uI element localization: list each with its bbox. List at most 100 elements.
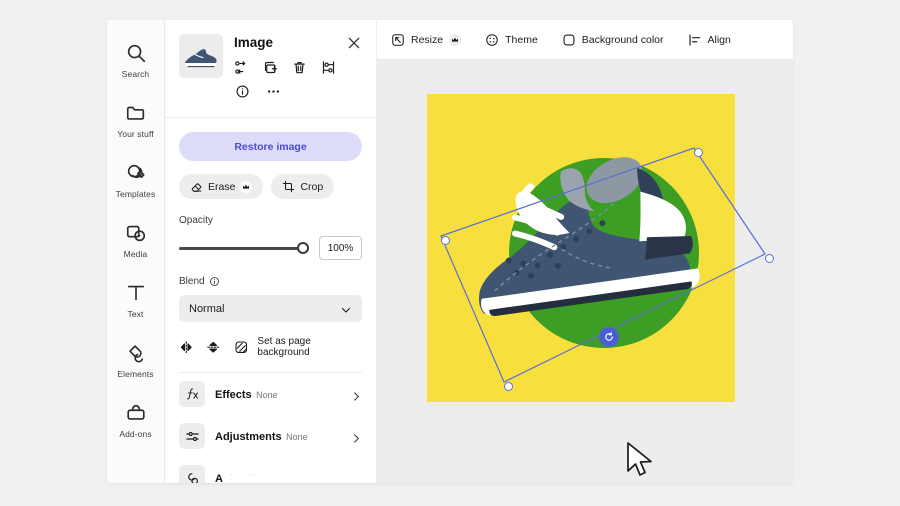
blend-mode-value: Normal <box>189 302 225 315</box>
list-item-animation[interactable]: Animation None <box>179 457 362 483</box>
opacity-row: 100% <box>179 236 362 260</box>
app-window: Search Your stuff Templates Media Text E… <box>107 20 793 483</box>
eraser-icon <box>190 180 203 193</box>
list-item-text: Effects None <box>215 385 341 403</box>
sidebar-item-elements[interactable]: Elements <box>107 342 164 379</box>
design-page[interactable] <box>427 94 774 402</box>
more-options-icon[interactable] <box>266 84 281 99</box>
sidebar-item-templates[interactable]: Templates <box>107 162 164 199</box>
image-properties-panel: Image Restore image Erase Crop Opacity 1… <box>165 20 377 483</box>
close-icon[interactable] <box>346 35 362 51</box>
blend-info-icon[interactable] <box>209 276 220 287</box>
set-as-page-background-label[interactable]: Set as page background <box>257 336 362 358</box>
toolbar-align-button[interactable]: Align <box>688 33 731 47</box>
blend-mode-select[interactable]: Normal <box>179 295 362 322</box>
list-item-subtitle: None <box>256 390 278 400</box>
list-item-subtitle: None <box>286 432 308 442</box>
flip-vertical-icon[interactable] <box>206 340 220 355</box>
panel-action-row-2 <box>235 84 362 99</box>
selection-handle-top-left[interactable] <box>441 236 450 245</box>
panel-header: Image <box>165 20 376 109</box>
sidebar-item-label: Your stuff <box>117 129 154 139</box>
crop-icon <box>282 180 295 193</box>
set-as-page-background-icon[interactable] <box>234 340 248 355</box>
align-icon <box>688 33 702 47</box>
addons-icon <box>125 402 147 424</box>
templates-icon <box>125 162 147 184</box>
tool-button-row: Erase Crop <box>179 174 362 199</box>
toolbar-item-label: Background color <box>581 33 664 46</box>
toolbar-item-label: Resize <box>411 33 444 46</box>
media-icon <box>125 222 147 244</box>
search-icon <box>125 42 147 64</box>
panel-body: Restore image Erase Crop Opacity 100% Bl… <box>165 118 376 483</box>
arrange-icon[interactable] <box>321 60 336 75</box>
selection-handle-bottom-right[interactable] <box>765 254 774 263</box>
rotate-icon <box>605 332 613 341</box>
sidebar-item-label: Media <box>123 249 148 259</box>
sidebar-item-label: Add-ons <box>119 429 152 439</box>
toolbar-item-label: Align <box>707 33 731 46</box>
rotate-handle-button[interactable] <box>599 327 619 347</box>
chevron-right-icon <box>351 473 362 483</box>
opacity-input[interactable]: 100% <box>319 236 362 260</box>
canvas-toolbar: Resize Theme Background color Align <box>377 20 793 60</box>
blend-label: Blend <box>179 276 205 287</box>
toolbar-resize-button[interactable]: Resize <box>391 33 462 47</box>
theme-icon <box>485 33 499 47</box>
sidebar-item-add-ons[interactable]: Add-ons <box>107 402 164 439</box>
list-item-title: Effects <box>215 389 252 401</box>
chevron-down-icon <box>340 303 352 315</box>
list-item-title: Animation <box>215 473 269 483</box>
list-item-text: Animation None <box>215 469 341 483</box>
image-thumbnail[interactable] <box>179 34 223 78</box>
sidebar-item-media[interactable]: Media <box>107 222 164 259</box>
fx-icon <box>179 381 205 407</box>
sneaker-image[interactable] <box>451 128 717 358</box>
sidebar-item-label: Text <box>127 309 144 319</box>
list-item-effects[interactable]: Effects None <box>179 373 362 415</box>
list-item-adjustments[interactable]: Adjustments None <box>179 415 362 457</box>
info-icon[interactable] <box>235 84 250 99</box>
delete-icon[interactable] <box>292 60 307 75</box>
slider-track <box>179 247 309 250</box>
flip-horizontal-icon[interactable] <box>179 340 193 355</box>
opacity-slider[interactable] <box>179 241 309 255</box>
toolbar-item-label: Theme <box>505 33 538 46</box>
toolbar-background-color-button[interactable]: Background color <box>562 33 664 47</box>
panel-header-content: Image <box>234 34 362 99</box>
chevron-right-icon <box>351 431 362 443</box>
shoe-thumbnail-graphic <box>179 34 223 78</box>
sidebar-item-your-stuff[interactable]: Your stuff <box>107 102 164 139</box>
left-rail: Search Your stuff Templates Media Text E… <box>107 20 165 483</box>
crop-button[interactable]: Crop <box>271 174 335 199</box>
text-icon <box>125 282 147 304</box>
animation-icon <box>179 465 205 483</box>
list-item-title: Adjustments <box>215 431 282 443</box>
blend-label-row: Blend <box>179 276 362 287</box>
page-title: Image <box>234 35 274 50</box>
sidebar-item-label: Search <box>121 69 150 79</box>
toolbar-theme-button[interactable]: Theme <box>485 33 538 47</box>
background-color-icon <box>562 33 576 47</box>
canvas-stage: Resize Theme Background color Align <box>377 20 793 483</box>
selection-handle-top-right[interactable] <box>694 148 703 157</box>
selection-handle-bottom-left[interactable] <box>504 382 513 391</box>
restore-image-button[interactable]: Restore image <box>179 132 362 161</box>
folder-icon <box>125 102 147 124</box>
erase-button[interactable]: Erase <box>179 174 264 199</box>
sliders-icon <box>179 423 205 449</box>
sidebar-item-label: Templates <box>115 189 156 199</box>
canvas-area[interactable] <box>377 60 793 483</box>
duplicate-image-icon[interactable] <box>263 60 278 75</box>
erase-label: Erase <box>208 180 236 193</box>
sidebar-item-label: Elements <box>117 369 154 379</box>
flip-and-background-row: Set as page background <box>179 336 362 358</box>
sidebar-item-text[interactable]: Text <box>107 282 164 319</box>
elements-icon <box>125 342 147 364</box>
sidebar-item-search[interactable]: Search <box>107 42 164 79</box>
list-item-subtitle: None <box>273 474 295 483</box>
list-item-text: Adjustments None <box>215 427 341 445</box>
slider-handle[interactable] <box>297 242 309 254</box>
replace-image-icon[interactable] <box>234 60 249 75</box>
